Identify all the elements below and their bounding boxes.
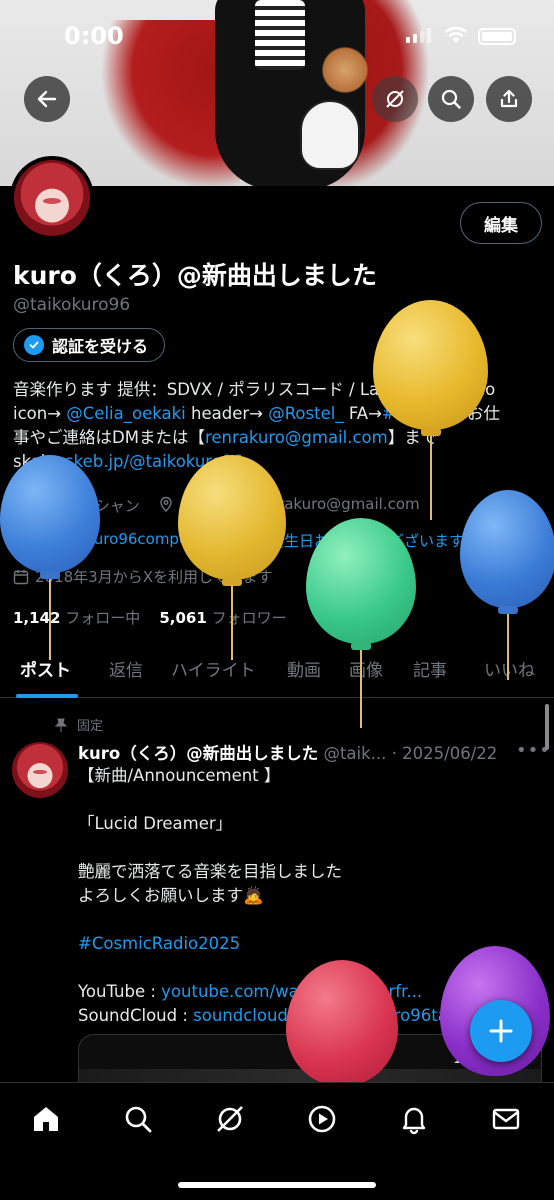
tab-posts[interactable]: ポスト (20, 656, 71, 681)
scrollbar[interactable] (545, 704, 549, 750)
banner-art-hand (300, 100, 360, 170)
profile-website[interactable]: lit.link/kuro96composer (13, 530, 211, 548)
decorative-balloon (0, 455, 100, 660)
profile-bio: 音楽作ります 提供：SDVX / ポラリスコード / Lanota /Rotae… (13, 378, 543, 474)
following-link[interactable]: 1,142 フォロー中 (13, 609, 140, 627)
website-link[interactable]: lit.link/kuro96composer (35, 530, 211, 548)
skeb-link[interactable]: skeb.jp/@taikokuro96 (65, 452, 243, 471)
follow-stats: 1,142 フォロー中 5,061 フォロワー (13, 607, 287, 628)
status-bar: 0:00 (0, 0, 554, 72)
grok-nav-icon[interactable] (214, 1103, 246, 1135)
active-tab-indicator (16, 694, 78, 698)
post-date: · 2025/06/22 (391, 744, 498, 763)
verified-badge-icon (24, 335, 44, 355)
home-indicator[interactable] (178, 1182, 376, 1188)
home-icon[interactable] (30, 1103, 62, 1135)
post-text: 【新曲/Announcement 】 「Lucid Dreamer」 艶麗で洒落… (78, 766, 464, 1025)
profile-location: contact→ renrakuro@gmail.com (158, 495, 420, 513)
profile-avatar[interactable] (10, 156, 94, 240)
plus-icon (489, 1019, 513, 1043)
cellular-signal-icon (406, 28, 431, 43)
link-icon (15, 533, 27, 545)
bio-line: 音楽作ります 提供：SDVX / ポラリスコード / Lanota /Rotae… (13, 380, 496, 399)
back-button[interactable] (24, 76, 70, 122)
profile-birthday: お誕生日おめでとうございます。 (232, 530, 478, 551)
post-hashtag-link[interactable]: #CosmicRadio2025 (78, 934, 240, 953)
explore-icon[interactable] (122, 1103, 154, 1135)
battery-icon (478, 28, 516, 45)
profile-handle: @taikokuro96 (13, 295, 131, 315)
get-verified-button[interactable]: 認証を受ける (13, 328, 166, 362)
hashtag-link[interactable]: #くろのえ (382, 404, 462, 423)
mention-link[interactable]: @Rostel_ (268, 404, 343, 423)
pin-icon (55, 718, 67, 732)
edit-profile-button[interactable]: 編集 (460, 202, 542, 244)
email-link[interactable]: renrakuro@gmail.com (205, 428, 388, 447)
bio-line: 事やご連絡はDMまたは【renrakuro@gmail.com】まで (13, 428, 438, 447)
post-author-avatar[interactable] (12, 742, 68, 798)
bio-line: skeb→skeb.jp/@taikokuro96 (13, 452, 243, 471)
tab-likes[interactable]: いいね (484, 656, 535, 681)
profile-name: kuro（くろ）@新曲出しました (13, 261, 377, 290)
tab-images[interactable]: 画像 (349, 656, 383, 681)
profile-joined: 2018年3月からXを利用しています (13, 566, 273, 587)
location-icon (160, 496, 172, 512)
search-icon (441, 89, 461, 109)
post-author-name[interactable]: kuro（くろ）@新曲出しました (78, 744, 318, 763)
notifications-icon[interactable] (398, 1103, 430, 1135)
wifi-icon (445, 26, 467, 43)
messages-icon[interactable] (490, 1103, 522, 1135)
profile-tabs: ポスト 返信 ハイライト 動画 画像 記事 いいね (0, 640, 554, 698)
pinned-indicator: 固定 (55, 715, 103, 734)
calendar-icon (13, 569, 29, 584)
tab-highlights[interactable]: ハイライト (171, 656, 256, 681)
profile-category: ミュージシャン (13, 495, 140, 516)
mention-link[interactable]: @Celia_oekaki (66, 404, 185, 423)
compose-post-button[interactable] (470, 1000, 532, 1062)
status-time: 0:00 (64, 22, 124, 50)
soundcloud-link[interactable]: soundcloud.com/taikokuro96ta... (193, 1006, 463, 1025)
tab-articles[interactable]: 記事 (413, 656, 447, 681)
balloon-icon (235, 532, 245, 548)
post-author-handle: @taik... (323, 744, 387, 763)
grok-button[interactable] (372, 76, 418, 122)
bio-line: icon→ @Celia_oekaki header→ @Rostel_ FA→… (13, 404, 500, 423)
tab-replies[interactable]: 返信 (109, 656, 143, 681)
youtube-link[interactable]: youtube.com/watch?v=7u2rfr... (161, 982, 422, 1001)
grok-icon (386, 90, 404, 108)
decorative-balloon (178, 455, 286, 660)
tab-videos[interactable]: 動画 (287, 656, 321, 681)
post-header: kuro（くろ）@新曲出しました @taik... · 2025/06/22 (78, 740, 497, 764)
get-verified-label: 認証を受ける (52, 337, 149, 356)
search-button[interactable] (428, 76, 474, 122)
followers-link[interactable]: 5,061 フォロワー (159, 609, 286, 627)
share-icon (500, 89, 518, 108)
share-button[interactable] (486, 76, 532, 122)
briefcase-icon (13, 499, 29, 512)
back-arrow-icon (37, 90, 57, 108)
video-icon[interactable] (306, 1103, 338, 1135)
